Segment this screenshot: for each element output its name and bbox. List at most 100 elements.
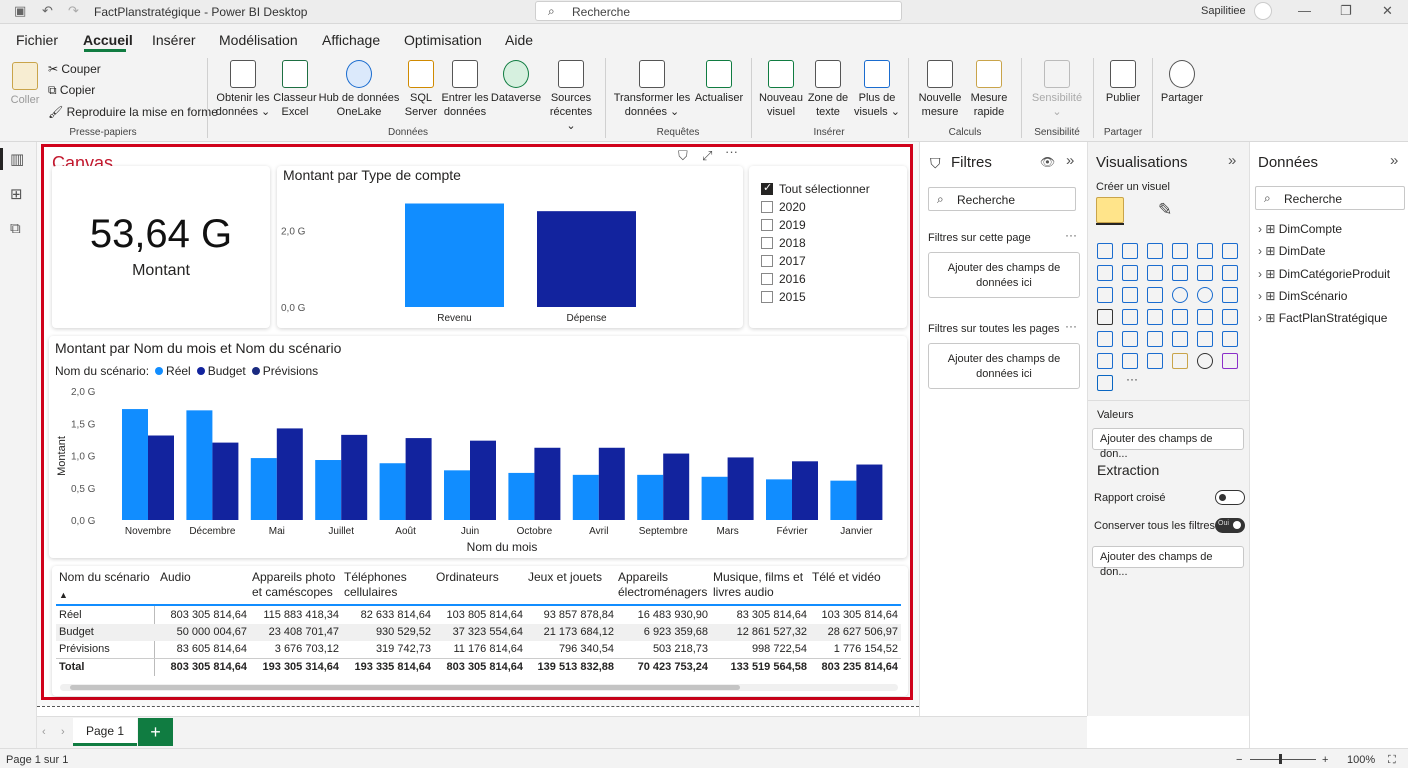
clustered-bar-icon[interactable] — [1147, 243, 1163, 259]
column-réel[interactable] — [122, 409, 148, 520]
column-réel[interactable] — [508, 472, 535, 520]
chevron-right-icon[interactable]: › — [1258, 311, 1262, 325]
sensitivity-button[interactable]: Sensibilité ⌄ — [1028, 60, 1086, 119]
zoom-slider-thumb[interactable] — [1279, 754, 1282, 764]
data-table-dimscénario[interactable]: › ⊞ DimScénario — [1258, 289, 1347, 303]
get-data-button[interactable]: Obtenir les données ⌄ — [214, 60, 272, 119]
zoom-slider[interactable] — [1250, 759, 1316, 760]
table-header[interactable]: Musique, films et livres audio — [713, 570, 805, 600]
new-measure-button[interactable]: Nouvelle mesure — [914, 60, 966, 119]
excel-button[interactable]: Classeur Excel — [272, 60, 318, 119]
cross-report-toggle[interactable] — [1215, 490, 1245, 505]
line-column-icon[interactable] — [1172, 265, 1188, 281]
column-budget[interactable] — [856, 464, 883, 520]
column-budget[interactable] — [534, 447, 561, 520]
horizontal-scrollbar[interactable] — [60, 684, 898, 691]
enter-data-button[interactable]: Entrer les données — [440, 60, 490, 119]
stacked-column-icon[interactable] — [1122, 243, 1138, 259]
table-icon[interactable] — [1147, 331, 1163, 347]
menu-optimisation[interactable]: Optimisation — [404, 32, 482, 48]
minimize-icon[interactable]: — — [1298, 3, 1311, 18]
quick-measure-button[interactable]: Mesure rapide — [966, 60, 1012, 119]
column-budget[interactable] — [792, 461, 818, 520]
column-réel[interactable] — [830, 480, 857, 520]
clustered-column-icon[interactable] — [1172, 243, 1188, 259]
menu-affichage[interactable]: Affichage — [322, 32, 380, 48]
key-influencers-icon[interactable] — [1222, 331, 1238, 347]
chevron-right-icon[interactable]: › — [1258, 289, 1262, 303]
filter-icon[interactable]: ⛉ — [678, 148, 688, 164]
slicer-item-2019[interactable]: 2019 — [761, 218, 806, 232]
menu-inserer[interactable]: Insérer — [152, 32, 196, 48]
undo-icon[interactable]: ↶ — [42, 3, 53, 19]
pie-icon[interactable] — [1172, 287, 1188, 303]
more-visuals-icon[interactable]: ··· — [1126, 372, 1138, 386]
column-réel[interactable] — [379, 463, 406, 520]
power-apps-icon[interactable] — [1222, 353, 1238, 369]
globe-icon[interactable] — [1197, 353, 1213, 369]
column-budget[interactable] — [341, 434, 368, 520]
data-search-input[interactable]: ⌕ Recherche — [1255, 186, 1405, 210]
zoom-in-icon[interactable]: + — [1322, 754, 1328, 766]
stacked-area-icon[interactable] — [1147, 265, 1163, 281]
more-options-icon[interactable]: ··· — [1065, 228, 1077, 242]
column-budget[interactable] — [663, 453, 690, 520]
filters-search-input[interactable]: ⌕ Recherche — [928, 187, 1076, 211]
narrative-icon[interactable] — [1147, 353, 1163, 369]
data-table-factplanstratégique[interactable]: › ⊞ FactPlanStratégique — [1258, 311, 1387, 325]
chevron-right-icon[interactable]: › — [1258, 244, 1262, 258]
user-name[interactable]: Sapilitiee — [1201, 5, 1246, 17]
bar[interactable] — [537, 211, 636, 307]
more-options-icon[interactable]: ··· — [725, 144, 738, 159]
multi-card-icon[interactable] — [1222, 309, 1238, 325]
paste-button[interactable]: Coller — [8, 62, 42, 107]
column-budget[interactable] — [727, 457, 754, 520]
qa-icon[interactable] — [1122, 353, 1138, 369]
decomposition-icon[interactable] — [1097, 353, 1113, 369]
table-header[interactable]: Téléphones cellulaires — [344, 570, 434, 600]
data-table-dimcatégorieproduit[interactable]: › ⊞ DimCatégorieProduit — [1258, 267, 1390, 281]
collapse-filters-icon[interactable]: » — [1066, 152, 1074, 169]
collapse-visualizations-icon[interactable]: » — [1228, 152, 1236, 169]
ribbon-icon[interactable] — [1222, 265, 1238, 281]
column-budget[interactable] — [212, 442, 239, 520]
column-budget[interactable] — [405, 438, 432, 520]
r-visual-icon[interactable] — [1172, 331, 1188, 347]
python-visual-icon[interactable] — [1197, 331, 1213, 347]
build-visual-icon[interactable] — [1096, 197, 1124, 223]
share-button[interactable]: Partager — [1157, 60, 1207, 105]
sql-server-button[interactable]: SQL Server — [402, 60, 440, 119]
column-réel[interactable] — [315, 460, 342, 520]
save-icon[interactable]: ▣ — [14, 3, 26, 19]
funnel-icon[interactable] — [1122, 287, 1138, 303]
dataverse-button[interactable]: Dataverse — [490, 60, 542, 105]
table-header[interactable]: Nom du scénario — [59, 570, 154, 585]
more-options-icon[interactable]: ··· — [1065, 319, 1077, 333]
menu-aide[interactable]: Aide — [505, 32, 533, 48]
slicer-select-all[interactable]: Tout sélectionner — [761, 181, 870, 196]
cut-button[interactable]: ✂ Couper — [48, 62, 101, 76]
column-réel[interactable] — [444, 470, 470, 520]
line-clustered-icon[interactable] — [1197, 265, 1213, 281]
add-page-button[interactable]: + — [138, 718, 173, 746]
column-réel[interactable] — [701, 476, 728, 520]
transform-data-button[interactable]: Transformer les données ⌄ — [612, 60, 692, 119]
table-header[interactable]: Audio — [160, 570, 250, 585]
column-réel[interactable] — [637, 474, 664, 520]
chevron-right-icon[interactable]: › — [1258, 222, 1262, 236]
page-tab-1[interactable]: Page 1 — [73, 718, 137, 746]
onelake-button[interactable]: Hub de données OneLake — [318, 60, 400, 119]
column-réel[interactable] — [572, 474, 599, 520]
card-icon[interactable] — [1197, 309, 1213, 325]
azure-map-icon[interactable] — [1147, 309, 1163, 325]
data-table-dimcompte[interactable]: › ⊞ DimCompte — [1258, 222, 1342, 236]
extraction-drop-zone[interactable]: Ajouter des champs de don... — [1092, 546, 1244, 578]
column-budget[interactable] — [276, 428, 303, 520]
chevron-right-icon[interactable]: › — [1258, 267, 1262, 281]
avatar[interactable] — [1254, 2, 1272, 20]
sort-arrow-icon[interactable]: ▲ — [59, 588, 68, 603]
refresh-button[interactable]: Actualiser — [692, 60, 746, 105]
column-réel[interactable] — [186, 410, 213, 520]
format-visual-icon[interactable]: ✎ — [1158, 200, 1172, 220]
kpi-icon[interactable] — [1097, 331, 1113, 347]
